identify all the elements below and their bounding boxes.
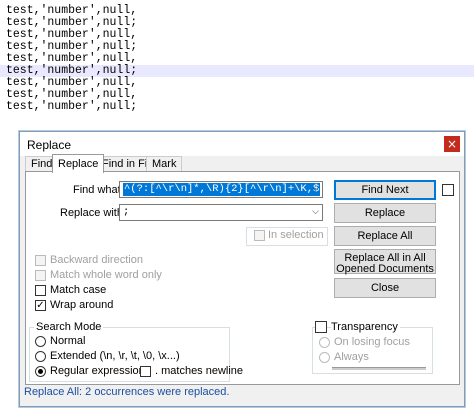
- match-whole-word-checkbox[interactable]: [35, 270, 46, 281]
- in-selection-label: In selection: [268, 229, 324, 241]
- transparency-checkbox[interactable]: [315, 321, 327, 333]
- search-mode-title: Search Mode: [34, 321, 104, 333]
- transparency-slider[interactable]: [332, 367, 426, 370]
- replace-all-opened-button[interactable]: Replace All in All Opened Documents: [334, 249, 436, 275]
- status-message: Replace All: 2 occurrences were replaced…: [24, 386, 230, 398]
- transparency-label: Transparency: [331, 321, 400, 333]
- replace-button[interactable]: Replace: [334, 203, 436, 223]
- find-what-input[interactable]: ^(?:[^\r\n]*,\R){2}[^\r\n]+\K,$: [123, 183, 321, 196]
- match-case-label: Match case: [50, 284, 107, 296]
- normal-label: Normal: [50, 335, 86, 347]
- always-radio[interactable]: [319, 352, 330, 363]
- backward-direction-label: Backward direction: [50, 254, 143, 266]
- matches-newline-checkbox[interactable]: [140, 366, 151, 377]
- extended-label: Extended (\n, \r, \t, \0, \x...): [50, 350, 180, 362]
- replace-tab-panel: Find what : ^(?:[^\r\n]*,\R){2}[^\r\n]+\…: [25, 171, 460, 385]
- dialog-title: Replace: [27, 138, 72, 152]
- replace-with-input[interactable]: ;: [123, 206, 129, 219]
- backward-direction-checkbox[interactable]: [35, 255, 46, 266]
- wrap-around-checkbox[interactable]: ✓: [35, 300, 46, 311]
- radio-selected-dot: [38, 369, 43, 374]
- extended-radio[interactable]: [35, 351, 46, 362]
- match-whole-word-label: Match whole word only: [50, 269, 162, 281]
- close-icon[interactable]: ×: [444, 136, 460, 152]
- normal-radio[interactable]: [35, 336, 46, 347]
- on-losing-focus-radio[interactable]: [319, 337, 330, 348]
- find-what-combobox[interactable]: ^(?:[^\r\n]*,\R){2}[^\r\n]+\K,$ ⌵: [119, 181, 323, 198]
- regex-radio[interactable]: [35, 366, 46, 377]
- tab-mark[interactable]: Mark: [146, 156, 183, 172]
- regex-label: Regular expression: [50, 365, 145, 377]
- in-selection-checkbox[interactable]: [254, 230, 265, 241]
- chevron-down-icon[interactable]: ⌵: [312, 184, 319, 194]
- match-case-checkbox[interactable]: [35, 285, 46, 296]
- replace-dialog: Replace × Find Replace Find in Files Mar…: [19, 131, 465, 407]
- chevron-down-icon[interactable]: ⌵: [312, 207, 319, 217]
- find-next-button[interactable]: Find Next: [334, 180, 436, 200]
- replace-all-button[interactable]: Replace All: [334, 226, 436, 246]
- replace-with-combobox[interactable]: ; ⌵: [119, 204, 323, 221]
- code-line[interactable]: test,'number',null;: [6, 101, 137, 113]
- tab-replace[interactable]: Replace: [52, 154, 105, 173]
- dialog-title-bar[interactable]: Replace ×: [20, 132, 464, 156]
- find-next-option-checkbox[interactable]: [442, 184, 454, 196]
- on-losing-focus-label: On losing focus: [334, 336, 410, 348]
- matches-newline-label: . matches newline: [155, 365, 244, 377]
- always-label: Always: [334, 351, 369, 363]
- close-button[interactable]: Close: [334, 278, 436, 298]
- wrap-around-label: Wrap around: [50, 299, 114, 311]
